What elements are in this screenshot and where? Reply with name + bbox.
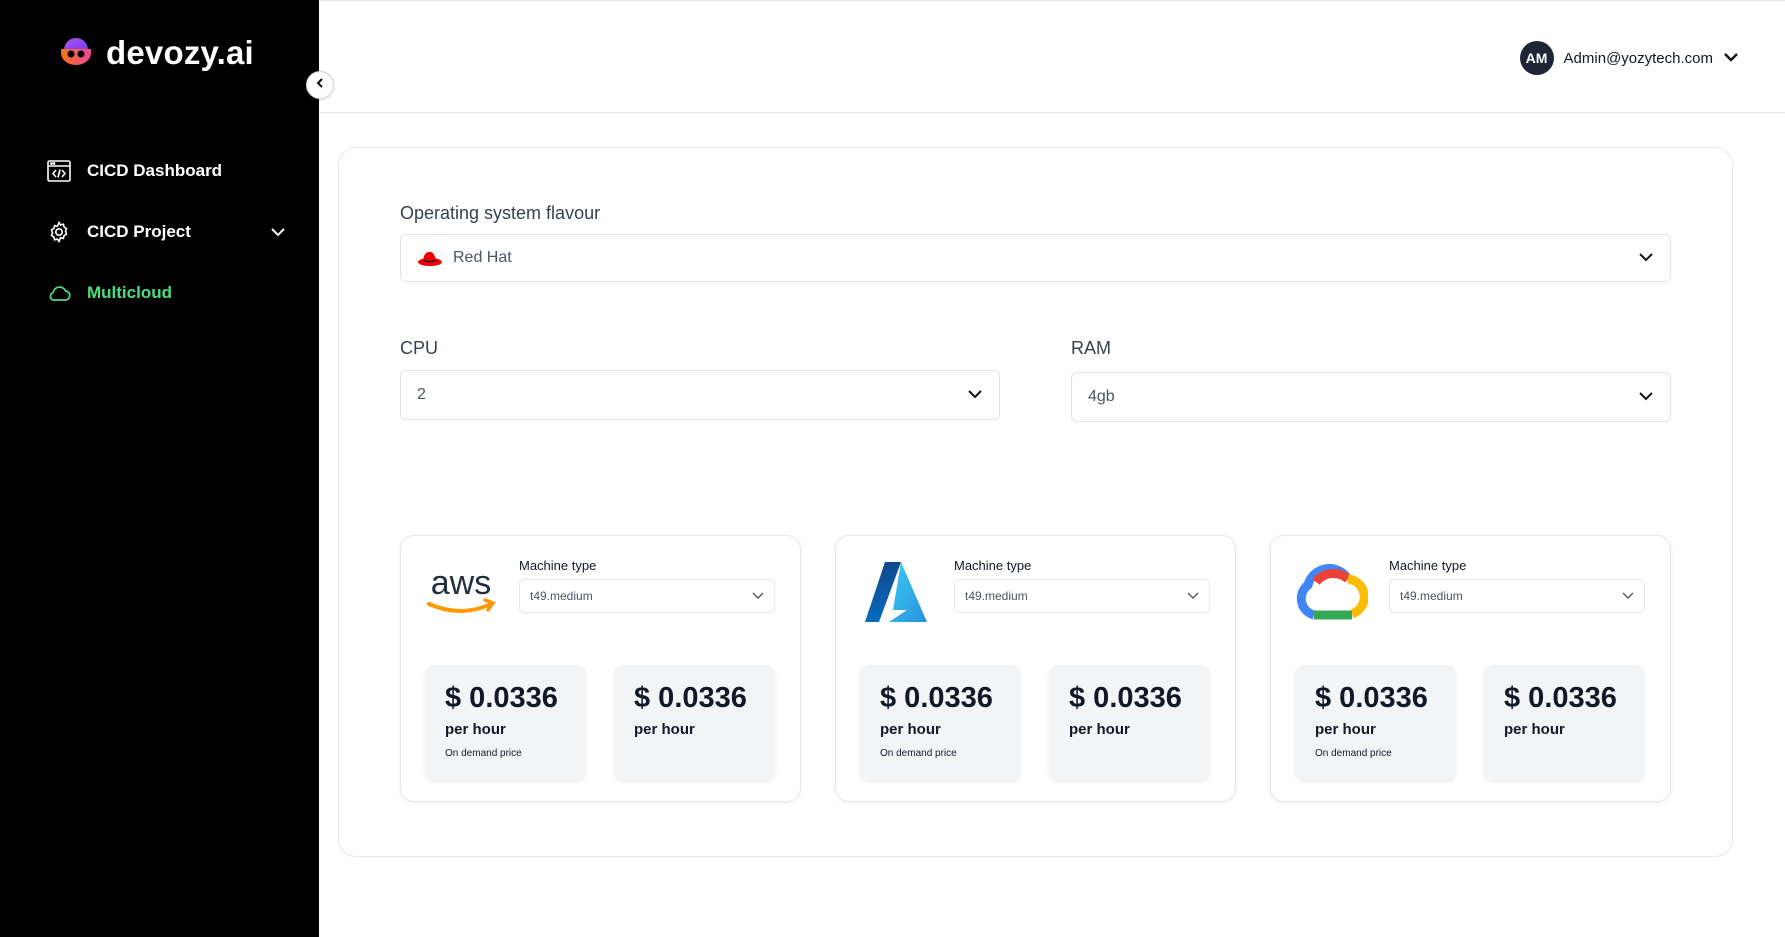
azure-logo: [858, 560, 934, 624]
price-secondary: $ 0.0336 per hour: [614, 665, 775, 781]
sidebar-nav: CICD Dashboard CICD Project Multicloud: [46, 140, 286, 323]
chevron-down-icon: [1622, 587, 1634, 605]
sidebar-item-label: CICD Dashboard: [87, 160, 223, 180]
provider-card-gcp: Machine type t49.medium $ 0.0336 per hou…: [1270, 535, 1671, 802]
price-on-demand: $ 0.0336 per hour On demand price: [860, 665, 1021, 781]
provider-card-azure: Machine type t49.medium $ 0.0336 per hou…: [835, 535, 1236, 802]
chevron-down-icon: [752, 587, 764, 605]
machine-type-value: t49.medium: [965, 589, 1028, 603]
price-unit: per hour: [634, 721, 695, 738]
machine-type-value: t49.medium: [530, 589, 593, 603]
price-on-demand: $ 0.0336 per hour On demand price: [1295, 665, 1456, 781]
machine-type-value: t49.medium: [1400, 589, 1463, 603]
chevron-left-icon: [315, 76, 325, 94]
brand[interactable]: devozy.ai: [58, 32, 254, 73]
price-note: On demand price: [880, 748, 957, 759]
sidebar: devozy.ai CICD Dashboard CICD Project Mu…: [0, 0, 319, 937]
price-secondary: $ 0.0336 per hour: [1484, 665, 1645, 781]
multicloud-card: Operating system flavour Red Hat CPU 2 R…: [338, 147, 1733, 857]
chevron-down-icon: [1638, 249, 1654, 267]
cloud-icon: [46, 280, 72, 306]
sidebar-item-cicd-project[interactable]: CICD Project: [46, 201, 286, 262]
cpu-value: 2: [417, 386, 426, 403]
cpu-select[interactable]: 2: [400, 370, 1000, 420]
price-amount: $ 0.0336: [1315, 682, 1428, 714]
price-amount: $ 0.0336: [1504, 682, 1617, 714]
price-amount: $ 0.0336: [1069, 682, 1182, 714]
user-menu[interactable]: AM Admin@yozytech.com: [1519, 41, 1739, 75]
brand-name: devozy.ai: [106, 33, 254, 71]
os-flavour-select[interactable]: Red Hat: [400, 234, 1671, 282]
google-cloud-logo: [1293, 560, 1369, 624]
code-window-icon: [46, 158, 72, 184]
price-note: On demand price: [445, 748, 522, 759]
cpu-label: CPU: [400, 338, 439, 358]
user-email: Admin@yozytech.com: [1563, 49, 1713, 67]
chevron-down-icon[interactable]: [270, 222, 286, 242]
sidebar-item-multicloud[interactable]: Multicloud: [46, 262, 286, 323]
machine-type-select[interactable]: t49.medium: [1389, 579, 1645, 613]
chevron-down-icon: [1187, 587, 1199, 605]
price-amount: $ 0.0336: [634, 682, 747, 714]
top-header: AM Admin@yozytech.com: [319, 0, 1785, 113]
chevron-down-icon: [967, 386, 983, 404]
machine-type-label: Machine type: [519, 558, 597, 573]
devozy-logo-icon: [58, 32, 94, 73]
chevron-down-icon: [1638, 388, 1654, 406]
price-note: On demand price: [1315, 748, 1392, 759]
chevron-down-icon: [1723, 49, 1739, 67]
machine-type-label: Machine type: [954, 558, 1032, 573]
aws-logo: aws: [423, 560, 499, 624]
machine-type-label: Machine type: [1389, 558, 1467, 573]
price-on-demand: $ 0.0336 per hour On demand price: [425, 665, 586, 781]
machine-type-select[interactable]: t49.medium: [954, 579, 1210, 613]
price-unit: per hour: [1069, 721, 1130, 738]
ram-value: 4gb: [1088, 388, 1115, 405]
sidebar-collapse-button[interactable]: [306, 71, 334, 99]
price-amount: $ 0.0336: [445, 682, 558, 714]
sidebar-item-label: CICD Project: [87, 221, 191, 241]
price-unit: per hour: [1315, 721, 1376, 738]
price-unit: per hour: [1504, 721, 1565, 738]
price-secondary: $ 0.0336 per hour: [1049, 665, 1210, 781]
os-flavour-value: Red Hat: [453, 249, 512, 266]
ram-label: RAM: [1071, 338, 1111, 358]
provider-card-aws: aws Machine type t49.medium $ 0.0336 per…: [400, 535, 801, 802]
redhat-icon: [417, 249, 443, 267]
gear-icon: [46, 219, 72, 245]
ram-select[interactable]: 4gb: [1071, 372, 1671, 422]
price-unit: per hour: [880, 721, 941, 738]
os-flavour-label: Operating system flavour: [400, 203, 601, 223]
sidebar-item-label: Multicloud: [87, 282, 172, 302]
machine-type-select[interactable]: t49.medium: [519, 579, 775, 613]
svg-text:aws: aws: [431, 564, 491, 602]
price-unit: per hour: [445, 721, 506, 738]
sidebar-item-cicd-dashboard[interactable]: CICD Dashboard: [46, 140, 286, 201]
avatar: AM: [1519, 41, 1554, 75]
price-amount: $ 0.0336: [880, 682, 993, 714]
